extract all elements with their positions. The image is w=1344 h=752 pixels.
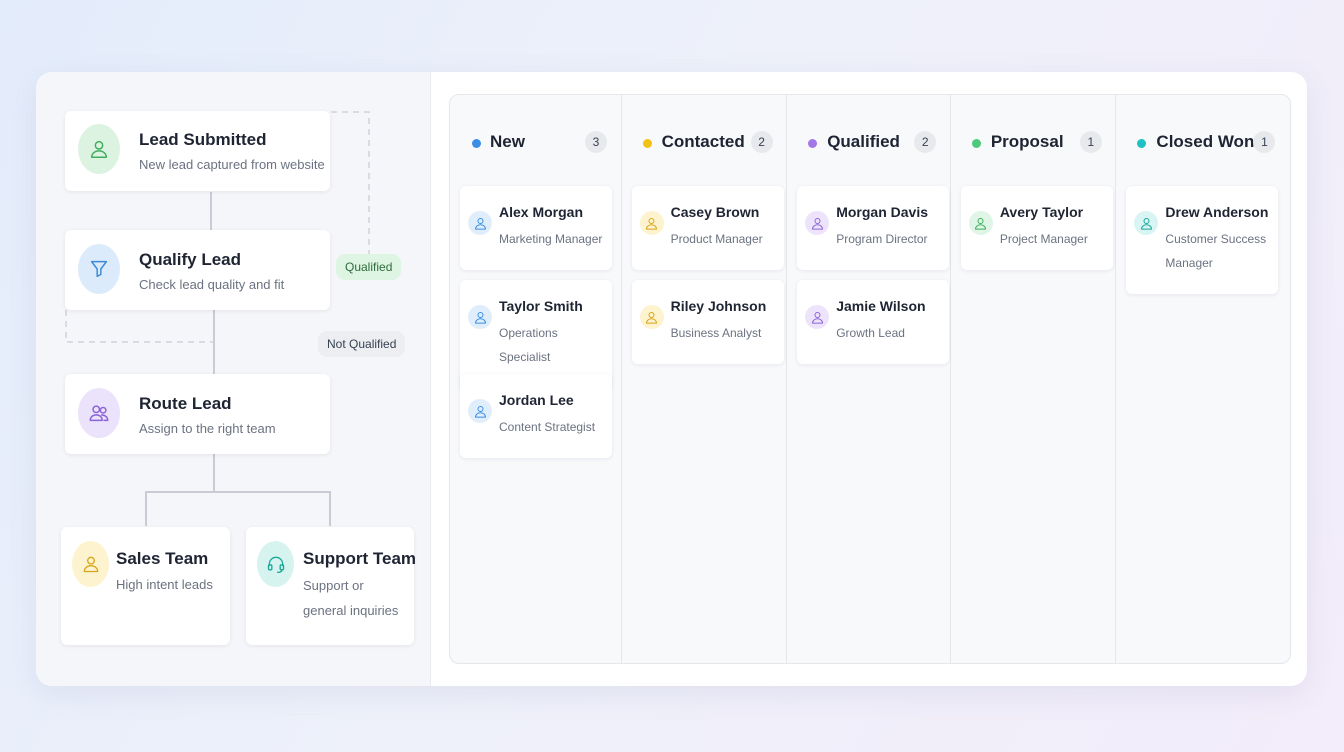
lead-card[interactable]: Alex Morgan Marketing Manager <box>460 186 612 270</box>
lead-submitted-node[interactable]: Lead Submitted New lead captured from we… <box>65 111 330 191</box>
lead-card[interactable]: Jordan Lee Content Strategist <box>460 374 612 458</box>
column-header[interactable]: Contacted 2 <box>622 131 787 155</box>
lead-card[interactable]: Morgan Davis Program Director <box>797 186 950 270</box>
node-title: Route Lead <box>139 394 232 413</box>
lead-role: Product Manager <box>670 232 763 246</box>
lead-role: Program Director <box>836 232 928 246</box>
qualify-lead-node[interactable]: Qualify Lead Check lead quality and fit <box>65 230 330 310</box>
support-team-node[interactable]: Support Team Support or general inquirie… <box>246 527 417 645</box>
route-lead-node[interactable]: Route Lead Assign to the right team <box>65 374 330 454</box>
lead-name: Alex Morgan <box>499 204 584 220</box>
pipeline-board: New 3 Alex Morgan Marketing Manager Taylor S… <box>449 94 1291 664</box>
lead-card[interactable]: Casey Brown Product Manager <box>631 186 784 270</box>
user-icon <box>78 124 120 174</box>
column-count-badge: 2 <box>914 131 937 153</box>
column-header[interactable]: Proposal 1 <box>951 131 1116 155</box>
pipeline-column: Qualified 2 Morgan Davis Program Director Ja… <box>787 95 951 663</box>
lead-card[interactable]: Riley Johnson Business Analyst <box>631 280 784 364</box>
lead-role: Marketing Manager <box>499 232 603 246</box>
node-title: Support Team <box>303 549 417 568</box>
pipeline-column: Contacted 2 Casey Brown Product Manager Rile… <box>622 95 788 663</box>
avatar-icon <box>468 399 492 423</box>
status-dot <box>808 139 818 148</box>
node-description: Assign to the right team <box>139 421 276 436</box>
avatar-icon <box>805 305 830 329</box>
avatar-icon <box>639 305 664 329</box>
node-title: Qualify Lead <box>139 250 242 269</box>
status-dot <box>642 139 652 148</box>
app-window: Lead Submitted New lead captured from we… <box>36 72 1307 686</box>
lead-name: Riley Johnson <box>670 298 767 314</box>
lead-role: Growth Lead <box>836 326 905 340</box>
lead-name: Taylor Smith <box>499 298 583 314</box>
node-title: Sales Team <box>116 549 209 568</box>
node-title: Lead Submitted <box>139 130 267 149</box>
column-title: Contacted <box>661 132 745 151</box>
lead-role: Project Manager <box>999 232 1088 246</box>
users-icon <box>78 388 120 438</box>
avatar-icon <box>468 305 492 329</box>
lead-card[interactable]: Jamie Wilson Growth Lead <box>797 280 950 364</box>
lead-role: Customer Success Manager <box>1165 232 1267 270</box>
pipeline-column: Closed Won 1 Drew Anderson Customer Success… <box>1116 95 1290 663</box>
column-header[interactable]: Closed Won 1 <box>1116 131 1290 155</box>
lead-name: Jamie Wilson <box>836 298 926 314</box>
lead-role: Content Strategist <box>499 420 596 434</box>
lead-name: Casey Brown <box>670 204 760 220</box>
lead-name: Jordan Lee <box>499 392 574 408</box>
column-title: Proposal <box>990 132 1064 151</box>
qualified-label: Qualified <box>336 254 402 280</box>
avatar-icon <box>805 211 830 235</box>
not-qualified-label: Not Qualified <box>318 331 406 357</box>
lead-name: Morgan Davis <box>836 204 929 220</box>
column-header[interactable]: New 3 <box>450 131 621 155</box>
column-title: Qualified <box>827 132 900 151</box>
pipeline-column: Proposal 1 Avery Taylor Project Manager <box>951 95 1117 663</box>
node-description: Check lead quality and fit <box>139 277 285 292</box>
lead-card[interactable]: Drew Anderson Customer Success Manager <box>1126 186 1279 294</box>
avatar-icon <box>1134 211 1159 235</box>
user-icon <box>72 541 109 587</box>
status-dot <box>1137 139 1147 148</box>
lead-card[interactable]: Taylor Smith Operations Specialist <box>460 280 612 388</box>
lead-name: Avery Taylor <box>999 204 1084 220</box>
status-dot <box>971 139 981 148</box>
workflow-panel: Lead Submitted New lead captured from we… <box>36 72 431 686</box>
lead-role: Operations Specialist <box>499 326 558 364</box>
status-dot <box>472 139 481 148</box>
avatar-icon <box>968 211 993 235</box>
node-description: Support or general inquiries <box>303 578 399 618</box>
lead-card[interactable]: Avery Taylor Project Manager <box>960 186 1113 270</box>
column-header[interactable]: Qualified 2 <box>787 131 950 155</box>
avatar-icon <box>639 211 664 235</box>
column-count-badge: 3 <box>585 131 607 153</box>
filter-icon <box>78 244 120 294</box>
node-description: High intent leads <box>116 577 213 592</box>
lead-name: Drew Anderson <box>1165 204 1269 220</box>
headset-icon <box>257 541 294 587</box>
column-count-badge: 1 <box>1079 131 1102 153</box>
avatar-icon <box>468 211 492 235</box>
column-count-badge: 1 <box>1253 131 1276 153</box>
column-count-badge: 2 <box>750 131 773 153</box>
column-title: New <box>490 132 525 151</box>
pipeline-column: New 3 Alex Morgan Marketing Manager Taylor S… <box>450 95 622 663</box>
sales-team-node[interactable]: Sales Team High intent leads <box>61 527 230 645</box>
node-description: New lead captured from website <box>139 157 325 172</box>
column-title: Closed Won <box>1156 132 1255 151</box>
lead-role: Business Analyst <box>670 326 762 340</box>
